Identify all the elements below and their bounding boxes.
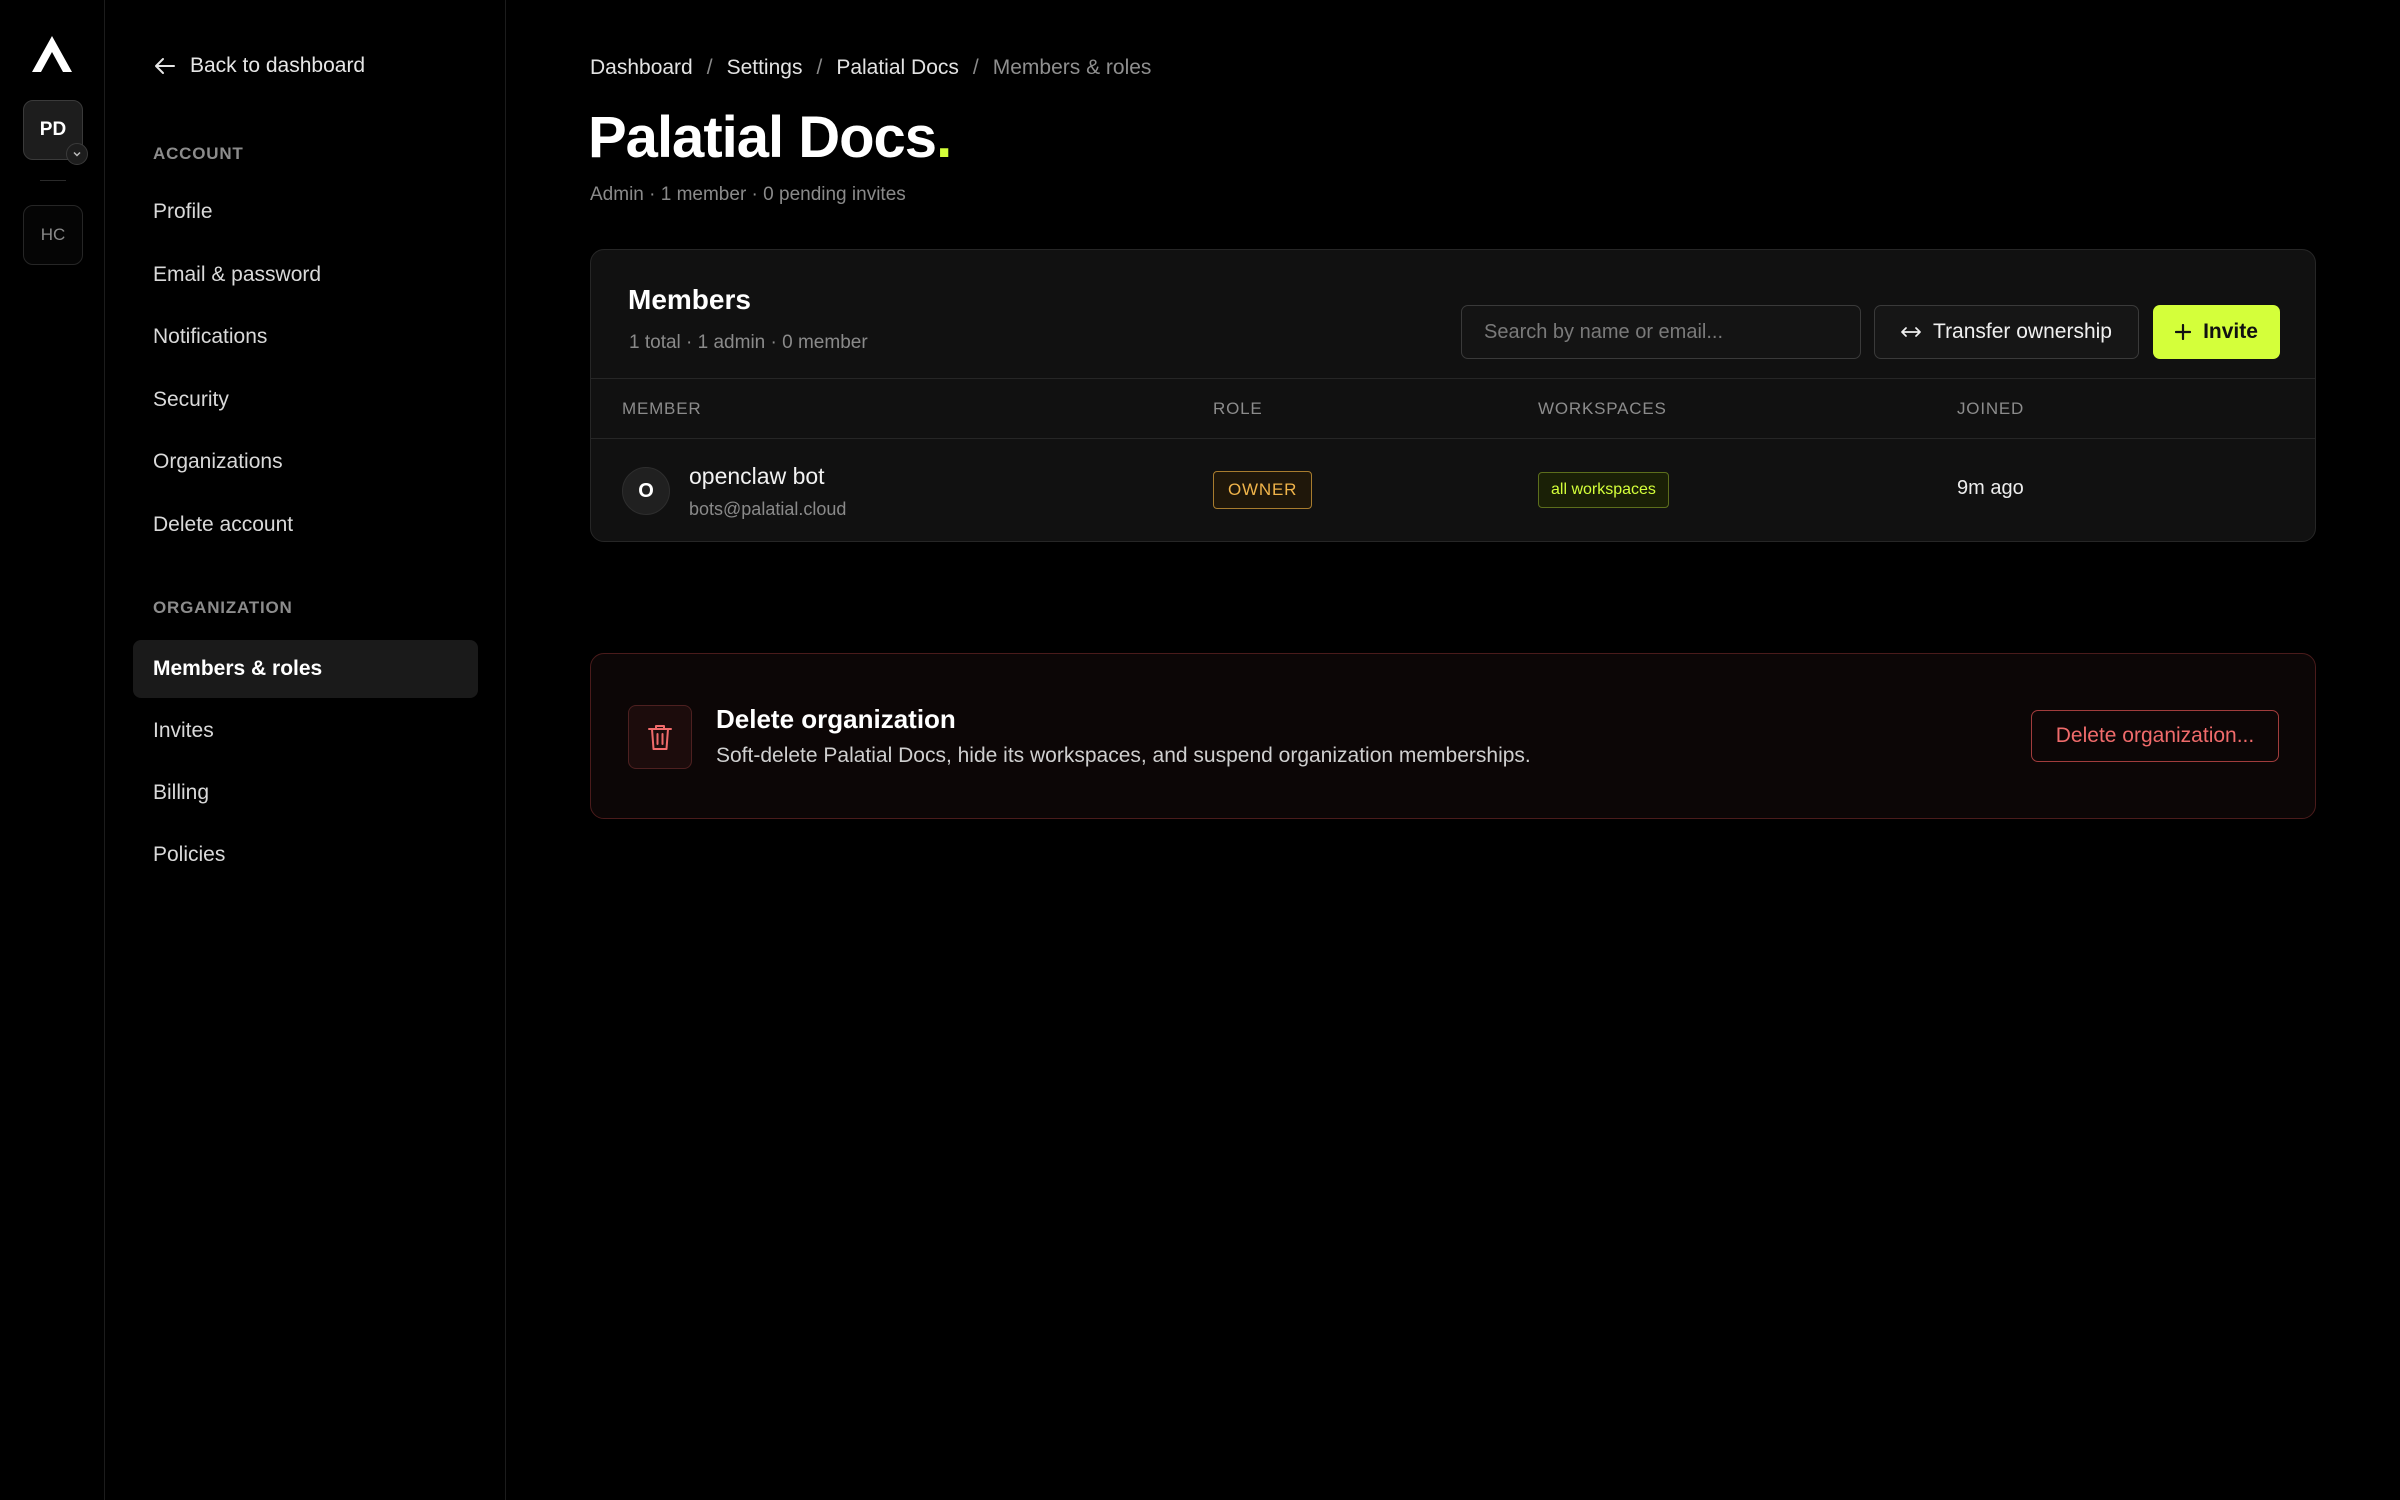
invite-button[interactable]: Invite — [2153, 305, 2280, 359]
sidebar-item-delete-account[interactable]: Delete account — [133, 496, 478, 554]
member-name: openclaw bot — [689, 463, 825, 489]
org-initials: HC — [40, 225, 66, 244]
workspaces-badge: all workspaces — [1538, 472, 1669, 508]
breadcrumb-org[interactable]: Palatial Docs — [836, 56, 959, 80]
column-header-workspaces: WORKSPACES — [1538, 399, 1667, 418]
org-initials: PD — [39, 119, 67, 140]
column-header-joined: JOINED — [1957, 399, 2025, 418]
column-header-role: ROLE — [1213, 399, 1263, 418]
members-title: Members — [628, 284, 751, 315]
delete-organization-button[interactable]: Delete organization... — [2031, 710, 2279, 762]
page-title-dot: . — [936, 105, 952, 170]
swap-arrows-icon — [1901, 327, 1921, 337]
page-subtitle: Admin · 1 member · 0 pending invites — [590, 184, 906, 205]
sidebar-item-members-roles[interactable]: Members & roles — [133, 640, 478, 698]
delete-organization-description: Soft-delete Palatial Docs, hide its work… — [716, 744, 1531, 767]
member-email: bots@palatial.cloud — [689, 499, 847, 519]
delete-organization-card: Delete organization Soft-delete Palatial… — [590, 653, 2316, 819]
breadcrumb-dashboard[interactable]: Dashboard — [590, 56, 693, 80]
settings-sidebar: Back to dashboard ACCOUNT Profile Email … — [106, 0, 506, 1500]
breadcrumb-separator: / — [972, 56, 979, 79]
members-card: Members 1 total · 1 admin · 0 member Tra… — [590, 249, 2316, 542]
sidebar-item-organizations[interactable]: Organizations — [133, 433, 478, 491]
arrow-left-icon — [155, 58, 175, 74]
plus-icon — [2175, 324, 2192, 340]
table-row[interactable]: O openclaw bot bots@palatial.cloud OWNER… — [591, 439, 2315, 541]
back-to-dashboard-link[interactable]: Back to dashboard — [154, 54, 365, 78]
breadcrumb: Dashboard / Settings / Palatial Docs / M… — [590, 56, 1151, 80]
trash-icon — [628, 705, 692, 769]
role-badge: OWNER — [1213, 471, 1313, 509]
account-section-title: ACCOUNT — [153, 144, 244, 163]
chevron-down-icon — [66, 143, 88, 165]
breadcrumb-current: Members & roles — [992, 56, 1152, 79]
transfer-ownership-label: Transfer ownership — [1933, 320, 2112, 343]
back-label: Back to dashboard — [190, 54, 366, 77]
sidebar-item-invites[interactable]: Invites — [133, 702, 478, 760]
sidebar-item-policies[interactable]: Policies — [133, 826, 478, 884]
column-header-member: MEMBER — [622, 399, 702, 418]
org-switcher-pd[interactable]: PD — [23, 100, 88, 165]
rail-divider — [40, 180, 66, 181]
joined-time: 9m ago — [1957, 477, 2024, 499]
member-search-input[interactable] — [1461, 305, 1861, 359]
members-summary: 1 total · 1 admin · 0 member — [629, 332, 868, 353]
sidebar-item-billing[interactable]: Billing — [133, 764, 478, 822]
sidebar-item-notifications[interactable]: Notifications — [133, 308, 478, 366]
app-logo-icon[interactable] — [30, 34, 74, 74]
invite-label: Invite — [2203, 320, 2258, 343]
sidebar-item-profile[interactable]: Profile — [133, 183, 478, 241]
page-title-text: Palatial Docs — [588, 105, 937, 170]
sidebar-item-email-password[interactable]: Email & password — [133, 246, 478, 304]
avatar: O — [622, 467, 670, 515]
delete-organization-title: Delete organization — [716, 704, 956, 734]
org-rail: PD HC — [0, 0, 105, 1500]
breadcrumb-settings[interactable]: Settings — [727, 56, 803, 80]
organization-section-title: ORGANIZATION — [153, 598, 293, 617]
breadcrumb-separator: / — [706, 56, 713, 79]
members-table-header: MEMBER ROLE WORKSPACES JOINED — [591, 378, 2315, 439]
sidebar-item-security[interactable]: Security — [133, 371, 478, 429]
transfer-ownership-button[interactable]: Transfer ownership — [1874, 305, 2139, 359]
org-switcher-hc[interactable]: HC — [23, 205, 83, 265]
page-title: Palatial Docs. — [588, 104, 952, 171]
breadcrumb-separator: / — [816, 56, 823, 79]
